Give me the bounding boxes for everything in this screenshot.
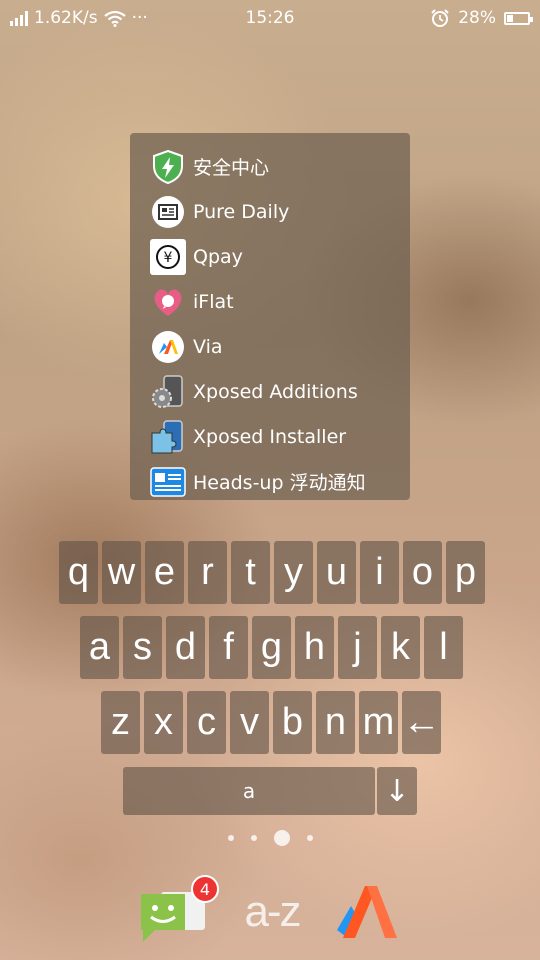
enter-key[interactable]: ↓ — [377, 767, 417, 815]
keyboard-row-3: z x c v b n m ← — [101, 691, 441, 754]
status-right: 28% — [430, 8, 533, 28]
key-x[interactable]: x — [144, 691, 183, 754]
app-label: Qpay — [193, 245, 243, 268]
app-label: Heads-up 浮动通知 — [193, 472, 366, 494]
shield-icon — [150, 149, 186, 185]
key-d[interactable]: d — [166, 616, 205, 679]
via-icon[interactable] — [333, 882, 401, 940]
key-m[interactable]: m — [359, 691, 398, 754]
key-s[interactable]: s — [123, 616, 162, 679]
key-v[interactable]: v — [230, 691, 269, 754]
page-dot[interactable] — [227, 835, 234, 841]
app-label: iFlat — [193, 290, 234, 313]
heart-chat-icon — [150, 284, 186, 320]
page-dot[interactable] — [306, 835, 313, 841]
keyboard-row-2: a s d f g h j k l — [80, 616, 463, 679]
key-o[interactable]: o — [403, 541, 442, 604]
key-c[interactable]: c — [187, 691, 226, 754]
key-l[interactable]: l — [424, 616, 463, 679]
page-indicator — [0, 830, 540, 846]
key-e[interactable]: e — [145, 541, 184, 604]
key-r[interactable]: r — [188, 541, 227, 604]
key-u[interactable]: u — [317, 541, 356, 604]
key-j[interactable]: j — [338, 616, 377, 679]
key-z[interactable]: z — [101, 691, 140, 754]
app-label: Via — [193, 335, 223, 358]
app-label: Pure Daily — [193, 200, 290, 223]
app-item-xposed-additions[interactable]: Xposed Additions — [130, 369, 410, 414]
battery-fill — [507, 14, 513, 22]
gear-phone-icon — [150, 374, 186, 410]
app-item-security-center[interactable]: 安全中心 — [130, 144, 410, 189]
page-dot-active[interactable] — [273, 830, 290, 846]
svg-text:¥: ¥ — [164, 250, 173, 266]
key-f[interactable]: f — [209, 616, 248, 679]
az-icon[interactable]: a-z — [237, 882, 307, 942]
dock: a-z — [0, 870, 540, 950]
key-n[interactable]: n — [316, 691, 355, 754]
key-q[interactable]: q — [59, 541, 98, 604]
battery-percent: 28% — [458, 8, 496, 28]
backspace-key[interactable]: ← — [402, 691, 441, 754]
app-item-xposed-installer[interactable]: Xposed Installer — [130, 414, 410, 459]
key-i[interactable]: i — [360, 541, 399, 604]
key-g[interactable]: g — [252, 616, 291, 679]
key-h[interactable]: h — [295, 616, 334, 679]
app-label: Xposed Additions — [193, 380, 358, 403]
puzzle-icon — [150, 419, 186, 455]
key-b[interactable]: b — [273, 691, 312, 754]
key-p[interactable]: p — [446, 541, 485, 604]
key-t[interactable]: t — [231, 541, 270, 604]
app-list-panel: 安全中心 Pure Daily ¥ Qpay iFlat Via Xposed … — [130, 133, 410, 500]
app-item-iflat[interactable]: iFlat — [130, 279, 410, 324]
via-icon — [150, 329, 186, 365]
alarm-icon — [431, 9, 449, 27]
keyboard-row-1: q w e r t y u i o p — [59, 541, 485, 604]
yen-icon: ¥ — [150, 238, 186, 275]
app-label: 安全中心 — [193, 157, 270, 179]
key-a[interactable]: a — [80, 616, 119, 679]
id-card-icon — [150, 464, 186, 500]
app-item-pure-daily[interactable]: Pure Daily — [130, 189, 410, 234]
status-bar: 1.62K/s ··· 15:26 28% — [0, 0, 540, 38]
space-bar[interactable]: a — [123, 767, 375, 815]
key-y[interactable]: y — [274, 541, 313, 604]
app-item-qpay[interactable]: ¥ Qpay — [130, 234, 410, 279]
app-item-via[interactable]: Via — [130, 324, 410, 369]
app-item-heads-up[interactable]: Heads-up 浮动通知 — [130, 459, 410, 504]
key-k[interactable]: k — [381, 616, 420, 679]
key-w[interactable]: w — [102, 541, 141, 604]
page-dot[interactable] — [250, 835, 257, 841]
notification-badge: 4 — [191, 875, 219, 903]
battery-icon — [504, 11, 533, 25]
app-label: Xposed Installer — [193, 425, 347, 448]
newspaper-icon — [150, 194, 186, 230]
